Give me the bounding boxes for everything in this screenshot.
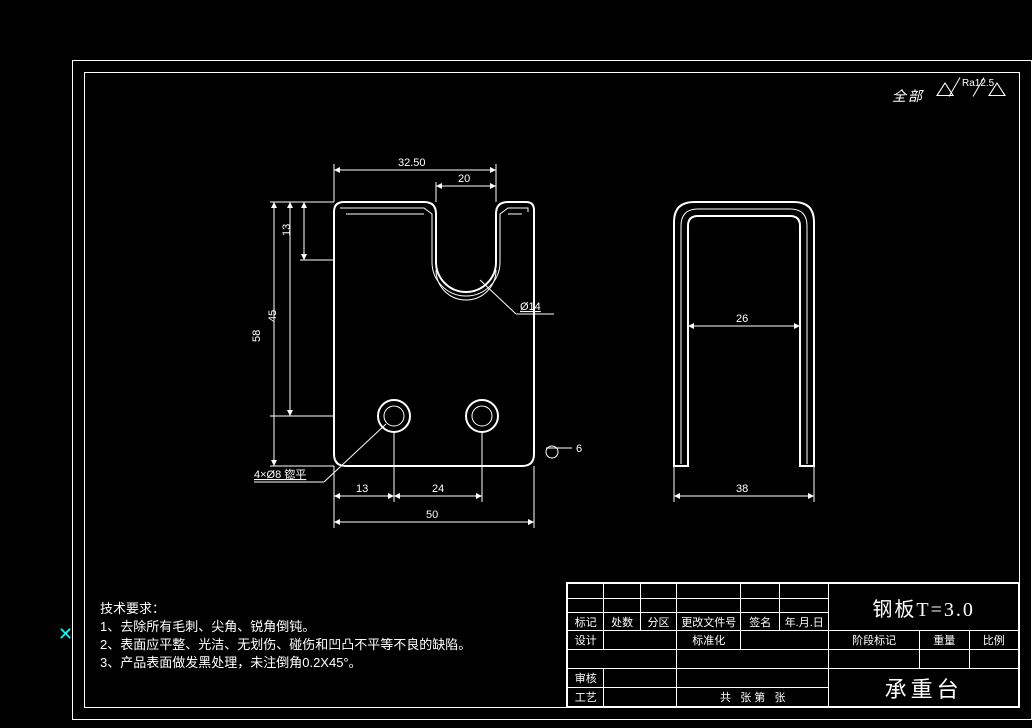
dim-bott24: 24 <box>432 483 444 495</box>
tb-h-zone: 分区 <box>640 613 676 631</box>
tb-h-doc: 更改文件号 <box>677 613 741 631</box>
tb-sheets-a: 共 <box>720 692 731 704</box>
notes-heading: 技术要求： <box>100 600 560 618</box>
tb-h-mark: 标记 <box>568 613 604 631</box>
dim-phi14: Ø14 <box>520 301 541 313</box>
tb-stagemark: 阶段标记 <box>829 631 920 650</box>
dim-13: 13 <box>281 224 293 236</box>
tb-scale: 比例 <box>969 631 1019 650</box>
viewport-cursor: ✕ <box>58 624 73 645</box>
dim-45: 45 <box>267 310 279 322</box>
tb-h-date: 年.月.日 <box>780 613 829 631</box>
tb-std: 标准化 <box>677 631 741 650</box>
tb-audit: 审核 <box>568 669 604 688</box>
dim-bott13: 13 <box>356 483 368 495</box>
dim-bott50: 50 <box>426 509 438 521</box>
dim-side26: 26 <box>736 313 748 325</box>
dim-side38: 38 <box>736 483 748 495</box>
tb-material: 钢板T=3.0 <box>829 584 1019 631</box>
tb-h-count: 处数 <box>604 613 640 631</box>
front-view: 32.50 20 13 45 58 Ø14 4×Ø8 锪平 <box>251 157 582 528</box>
dim-chamfer: 6 <box>576 443 582 455</box>
technical-requirements: 技术要求： 1、去除所有毛刺、尖角、锐角倒钝。 2、表面应平整、光洁、无划伤、碰… <box>100 600 560 672</box>
tb-sheets-c: 张 <box>774 692 785 704</box>
notes-line2: 2、表面应平整、光洁、无划伤、碰伤和凹凸不平等不良的缺陷。 <box>100 636 560 654</box>
tb-sheets-b: 张 第 <box>740 692 765 704</box>
tb-design: 设计 <box>568 631 604 650</box>
dim-slot-width: 20 <box>458 173 470 185</box>
tb-tech: 工艺 <box>568 688 604 707</box>
dim-4xphi8: 4×Ø8 锪平 <box>254 468 306 481</box>
title-block: 钢板T=3.0 标记 处数 分区 更改文件号 签名 年.月.日 设计 标准化 阶… <box>566 582 1020 708</box>
notes-line3: 3、产品表面做发黑处理，未注倒角0.2X45°。 <box>100 654 560 672</box>
side-view: 26 38 <box>674 202 814 502</box>
tb-partname: 承重台 <box>829 669 1019 707</box>
tb-h-sign: 签名 <box>741 613 780 631</box>
dim-58: 58 <box>251 330 263 342</box>
notes-line1: 1、去除所有毛刺、尖角、锐角倒钝。 <box>100 618 560 636</box>
dim-top-width: 32.50 <box>398 157 426 169</box>
tb-weight: 重量 <box>920 631 969 650</box>
